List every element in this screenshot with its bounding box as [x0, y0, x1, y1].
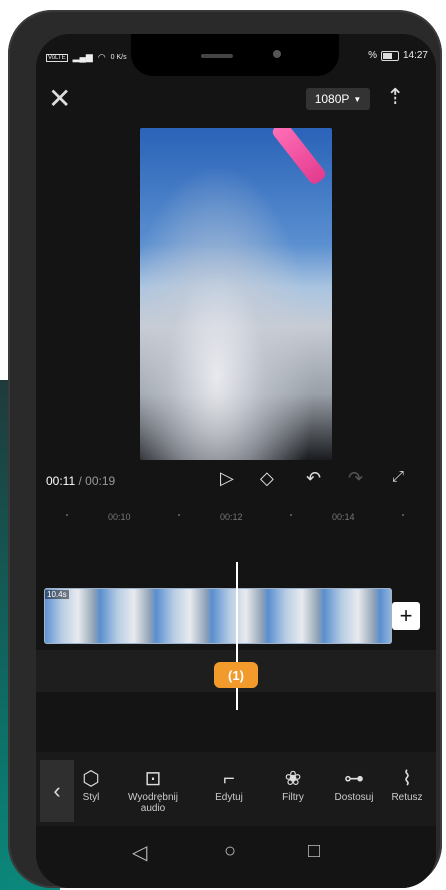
cube-icon: ⬡: [82, 768, 100, 790]
retouch-icon: ⌇: [402, 768, 412, 790]
close-icon: ✕: [48, 83, 72, 114]
phone-side-button: [11, 128, 17, 166]
phone-frame: VoLTE ▂▄▆ ◠ 0 K/s % 14:27 ✕ 1080P ▼ ⇡ 00…: [8, 10, 442, 888]
clip-duration: 10.4s: [45, 590, 69, 599]
status-bar-right: % 14:27: [368, 50, 428, 61]
export-icon: ⇡: [386, 84, 405, 109]
tool-edit[interactable]: ⌐ Edytuj: [194, 766, 264, 803]
sim-icon: VoLTE: [46, 53, 68, 62]
ruler-tick: 00:10: [108, 512, 131, 522]
signal-icon: ▂▄▆: [72, 52, 93, 62]
tool-label: Filtry: [282, 792, 304, 803]
status-bar-left: VoLTE ▂▄▆ ◠ 0 K/s: [46, 52, 127, 63]
tool-label: Styl: [82, 792, 100, 803]
ruler-dot: [402, 514, 404, 516]
nav-home-button[interactable]: ○: [224, 840, 236, 863]
airplane-wing: [270, 128, 328, 187]
battery-icon: [380, 50, 399, 61]
filters-icon: ❀: [284, 768, 302, 790]
caret-down-icon: ▼: [353, 94, 362, 104]
plus-icon: +: [399, 603, 413, 628]
triangle-back-icon: ◁: [132, 842, 148, 864]
ruler-tick: 00:14: [332, 512, 355, 522]
current-time: 00:11: [46, 474, 76, 488]
extract-audio-icon: ⊡: [144, 768, 162, 790]
keyframe-button[interactable]: ◇: [260, 468, 274, 489]
export-button[interactable]: ⇡: [386, 84, 404, 110]
ruler-tick: 00:12: [220, 512, 243, 522]
time-ruler: 00:10 00:12 00:14: [36, 512, 436, 528]
add-clip-button[interactable]: +: [392, 602, 420, 630]
speaker: [201, 54, 233, 58]
battery-percent: %: [368, 50, 377, 61]
total-time: / 00:19: [78, 474, 116, 488]
phone-volume-down-button: [11, 272, 17, 336]
nav-recents-button[interactable]: □: [308, 840, 320, 863]
play-icon: ▷: [220, 468, 234, 488]
nav-back-button[interactable]: ◁: [132, 840, 147, 865]
circle-home-icon: ○: [224, 840, 237, 862]
close-button[interactable]: ✕: [48, 84, 71, 114]
ruler-dot: [178, 514, 180, 516]
tool-filters[interactable]: ❀ Filtry: [258, 766, 328, 803]
video-preview[interactable]: [140, 128, 332, 460]
redo-button[interactable]: ↷: [348, 468, 363, 489]
front-camera: [273, 50, 281, 58]
clock: 14:27: [402, 50, 428, 61]
resolution-dropdown[interactable]: 1080P ▼: [306, 88, 370, 110]
notch: [131, 34, 339, 76]
tool-label: Edytuj: [215, 792, 243, 803]
screen: VoLTE ▂▄▆ ◠ 0 K/s % 14:27 ✕ 1080P ▼ ⇡ 00…: [36, 34, 436, 888]
square-recents-icon: □: [308, 840, 321, 862]
fullscreen-icon: ⤢: [392, 468, 405, 485]
ruler-dot: [66, 514, 68, 516]
crop-icon: ⌐: [223, 768, 235, 790]
time-readout: 00:11 / 00:19: [46, 474, 115, 488]
play-button[interactable]: ▷: [220, 468, 234, 489]
undo-button[interactable]: ↶: [306, 468, 321, 489]
tool-style[interactable]: ⬡ Styl: [56, 766, 126, 803]
fullscreen-button[interactable]: ⤢: [392, 468, 404, 485]
resolution-label: 1080P: [314, 92, 350, 106]
tool-extract-audio[interactable]: ⊡ Wyodrębnij audio: [118, 766, 188, 814]
tool-retouch[interactable]: ⌇ Retusz: [378, 766, 436, 803]
video-clip[interactable]: [44, 588, 392, 644]
wifi-icon: ◠: [97, 52, 106, 62]
annotation-marker: (1): [214, 662, 258, 688]
tool-label: Retusz: [391, 792, 423, 803]
tool-label: Dostosuj: [334, 792, 374, 803]
phone-volume-up-button: [11, 192, 17, 256]
ruler-dot: [290, 514, 292, 516]
bottom-toolbar: ‹ ⬡ Styl ⊡ Wyodrębnij audio ⌐ Edytuj ❀ F…: [36, 752, 436, 826]
keyframe-icon: ◇: [260, 468, 274, 488]
undo-icon: ↶: [306, 468, 322, 488]
redo-icon: ↷: [348, 468, 364, 488]
system-nav-bar: ◁ ○ □: [36, 826, 436, 888]
tool-label: Wyodrębnij audio: [128, 792, 178, 814]
network-speed: 0 K/s: [110, 54, 127, 61]
